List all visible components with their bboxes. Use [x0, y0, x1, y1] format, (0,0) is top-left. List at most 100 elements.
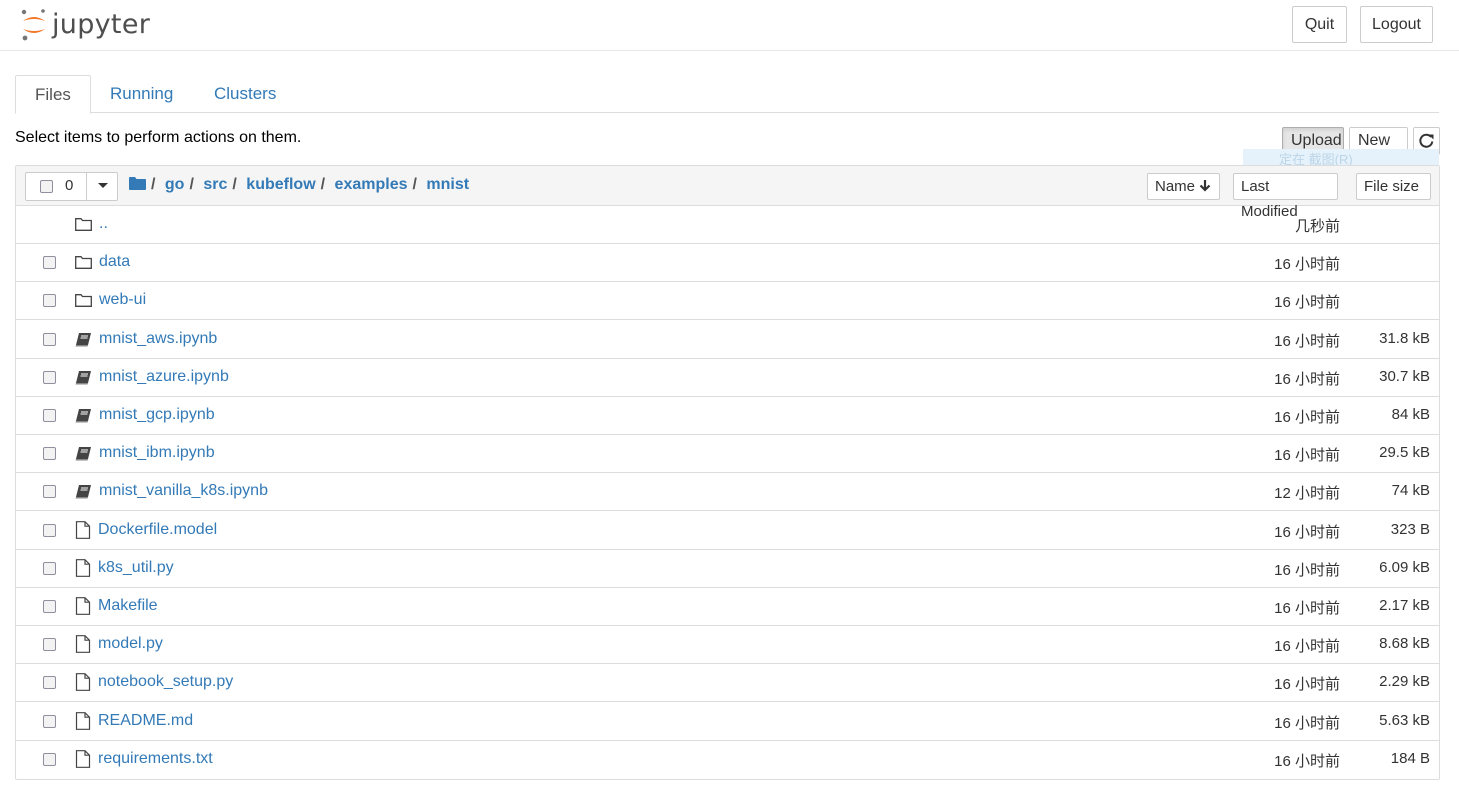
- file-icon: [75, 749, 91, 773]
- item-name-link[interactable]: data: [99, 253, 130, 271]
- sort-name-label: Name: [1155, 178, 1196, 195]
- list-item[interactable]: mnist_azure.ipynb 16 小时前 30.7 kB: [16, 359, 1439, 397]
- item-checkbox[interactable]: [43, 447, 56, 461]
- file-icon: [75, 597, 91, 620]
- item-modified: 16 小时前: [1274, 714, 1340, 732]
- list-item[interactable]: README.md 16 小时前 5.63 kB: [16, 703, 1439, 741]
- tab-clusters[interactable]: Clusters: [195, 75, 295, 113]
- item-name-link[interactable]: notebook_setup.py: [98, 673, 233, 691]
- sort-by-size-button[interactable]: File size: [1356, 173, 1431, 200]
- file-list-header: 0 / go / src / kubeflow / examples / mnist N…: [16, 166, 1439, 220]
- folder-icon[interactable]: [129, 176, 146, 190]
- item-name-link[interactable]: ..: [99, 215, 108, 233]
- arrow-down-icon: [1199, 180, 1211, 192]
- folder-icon: [75, 217, 92, 236]
- item-name-link[interactable]: web-ui: [99, 291, 146, 309]
- list-item[interactable]: Makefile 16 小时前 2.17 kB: [16, 588, 1439, 626]
- sort-by-name-button[interactable]: Name: [1147, 173, 1220, 200]
- item-name-link[interactable]: mnist_vanilla_k8s.ipynb: [99, 482, 268, 500]
- item-size: 31.8 kB: [1379, 329, 1430, 347]
- selection-hint: Select items to perform actions on them.: [15, 129, 302, 146]
- list-item[interactable]: mnist_gcp.ipynb 16 小时前 84 kB: [16, 397, 1439, 435]
- item-checkbox[interactable]: [43, 714, 56, 728]
- folder-icon: [75, 255, 92, 274]
- header: jupyter Quit Logout: [0, 0, 1459, 51]
- item-checkbox[interactable]: [43, 523, 56, 537]
- breadcrumb-kubeflow[interactable]: kubeflow: [246, 176, 315, 193]
- list-item[interactable]: data 16 小时前: [16, 244, 1439, 283]
- breadcrumb-src[interactable]: src: [203, 176, 227, 193]
- list-item[interactable]: mnist_ibm.ipynb 16 小时前 29.5 kB: [16, 435, 1439, 474]
- item-name-link[interactable]: README.md: [98, 712, 193, 730]
- item-modified: 16 小时前: [1274, 332, 1340, 350]
- jupyter-logo-icon: [21, 9, 45, 41]
- notebook-icon: [75, 370, 92, 390]
- file-icon: [75, 711, 91, 735]
- item-checkbox[interactable]: [43, 370, 56, 384]
- sort-by-modified-button[interactable]: Last Modified: [1233, 173, 1338, 220]
- item-checkbox[interactable]: [43, 752, 56, 766]
- logout-button[interactable]: Logout: [1360, 6, 1433, 43]
- item-size: 184 B: [1390, 749, 1430, 767]
- item-size: 74 kB: [1391, 482, 1430, 500]
- item-checkbox[interactable]: [43, 561, 56, 575]
- list-item[interactable]: requirements.txt 16 小时前 184 B: [16, 741, 1439, 779]
- list-item[interactable]: .. 几秒前: [16, 206, 1439, 244]
- chevron-down-icon: [98, 183, 108, 188]
- item-size: 5.63 kB: [1379, 711, 1430, 729]
- item-modified: 16 小时前: [1274, 447, 1340, 465]
- item-modified: 16 小时前: [1274, 638, 1340, 656]
- item-checkbox[interactable]: [43, 409, 56, 422]
- breadcrumb-mnist[interactable]: mnist: [426, 176, 469, 193]
- item-modified: 16 小时前: [1274, 676, 1340, 694]
- breadcrumb-separator: /: [320, 176, 326, 193]
- item-checkbox[interactable]: [43, 332, 56, 346]
- item-size: 84 kB: [1391, 406, 1430, 423]
- item-name-link[interactable]: mnist_gcp.ipynb: [99, 406, 215, 424]
- item-name-link[interactable]: requirements.txt: [98, 750, 213, 768]
- item-name-link[interactable]: Dockerfile.model: [98, 521, 217, 539]
- item-modified: 几秒前: [1294, 218, 1340, 235]
- select-all-group[interactable]: 0: [25, 172, 118, 201]
- list-item[interactable]: notebook_setup.py 16 小时前 2.29 kB: [16, 664, 1439, 703]
- breadcrumb-examples[interactable]: examples: [335, 176, 408, 193]
- item-checkbox[interactable]: [43, 676, 56, 690]
- list-item[interactable]: model.py 16 小时前 8.68 kB: [16, 626, 1439, 665]
- item-name-link[interactable]: mnist_aws.ipynb: [99, 330, 217, 348]
- item-name-link[interactable]: model.py: [98, 635, 163, 653]
- list-item[interactable]: mnist_vanilla_k8s.ipynb 12 小时前 74 kB: [16, 473, 1439, 512]
- item-checkbox[interactable]: [43, 600, 56, 613]
- tab-running[interactable]: Running: [91, 75, 192, 113]
- item-name-link[interactable]: mnist_azure.ipynb: [99, 368, 229, 386]
- list-item[interactable]: web-ui 16 小时前: [16, 282, 1439, 321]
- item-checkbox[interactable]: [43, 256, 56, 270]
- quit-button[interactable]: Quit: [1292, 6, 1347, 43]
- list-item[interactable]: Dockerfile.model 16 小时前 323 B: [16, 512, 1439, 550]
- notebook-icon: [75, 446, 92, 466]
- notebook-icon: [75, 408, 92, 428]
- item-checkbox[interactable]: [43, 638, 56, 652]
- list-item[interactable]: mnist_aws.ipynb 16 小时前 31.8 kB: [16, 321, 1439, 359]
- file-icon: [75, 673, 91, 696]
- item-name-link[interactable]: Makefile: [98, 597, 158, 615]
- list-item[interactable]: k8s_util.py 16 小时前 6.09 kB: [16, 550, 1439, 588]
- breadcrumb-go[interactable]: go: [165, 176, 185, 193]
- file-icon: [75, 558, 91, 582]
- notebook-icon: [75, 484, 92, 504]
- item-checkbox[interactable]: [43, 294, 56, 308]
- item-modified: 16 小时前: [1274, 256, 1340, 274]
- tab-bar: Files Running Clusters: [15, 75, 1439, 114]
- jupyter-logo[interactable]: jupyter: [20, 6, 150, 44]
- item-size: 323 B: [1390, 520, 1430, 538]
- item-name-link[interactable]: mnist_ibm.ipynb: [99, 444, 215, 462]
- item-size: 2.29 kB: [1379, 673, 1430, 691]
- item-checkbox[interactable]: [43, 485, 56, 499]
- select-all-checkbox[interactable]: [40, 180, 53, 193]
- item-size: 2.17 kB: [1379, 597, 1430, 614]
- brand-name: jupyter: [52, 8, 151, 40]
- tab-files[interactable]: Files: [15, 75, 91, 114]
- item-name-link[interactable]: k8s_util.py: [98, 559, 174, 577]
- item-modified: 12 小时前: [1274, 485, 1340, 503]
- select-menu-dropdown[interactable]: [86, 172, 118, 201]
- item-size: 29.5 kB: [1379, 444, 1430, 462]
